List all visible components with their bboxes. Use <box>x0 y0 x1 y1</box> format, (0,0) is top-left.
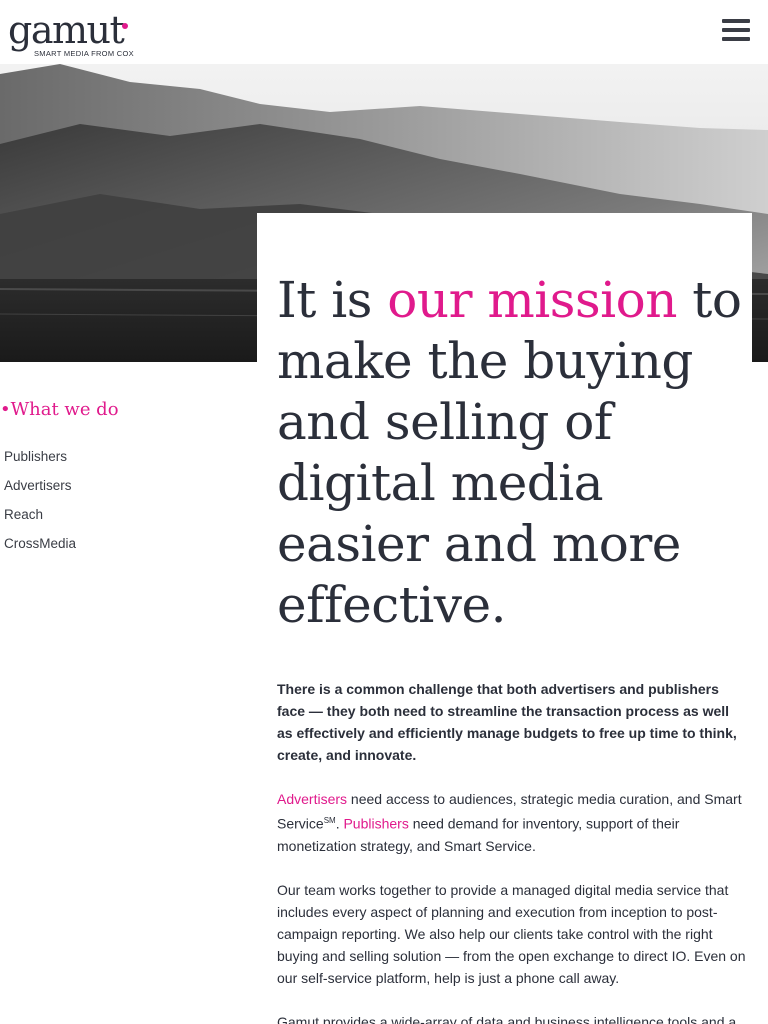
advertisers-link[interactable]: Advertisers <box>277 791 347 807</box>
side-nav-item-crossmedia[interactable]: CrossMedia <box>0 529 240 558</box>
tools-paragraph: Gamut provides a wide-array of data and … <box>277 1013 737 1024</box>
site-header: gamut SMART MEDIA FROM COX <box>0 0 768 64</box>
mission-text-start: It is <box>277 271 388 329</box>
side-nav-title: •What we do <box>0 399 119 420</box>
logo-dot <box>122 23 128 29</box>
hamburger-icon-bar <box>722 37 750 41</box>
mission-statement: It is our mission to make the buying and… <box>277 270 757 636</box>
side-nav: •What we do Publishers Advertisers Reach… <box>0 398 240 558</box>
logo-wordmark: gamut <box>8 8 125 52</box>
menu-button[interactable] <box>722 19 750 43</box>
hamburger-icon-bar <box>722 19 750 23</box>
hamburger-icon-bar <box>722 28 750 32</box>
service-mark: SM <box>323 816 336 825</box>
lead-paragraph: There is a common challenge that both ad… <box>277 681 737 763</box>
publishers-link[interactable]: Publishers <box>343 816 408 832</box>
mission-highlight: our mission <box>387 271 677 329</box>
side-nav-item-advertisers[interactable]: Advertisers <box>0 471 240 500</box>
audience-paragraph: Advertisers need access to audiences, st… <box>277 788 747 857</box>
gamut-logo[interactable]: gamut SMART MEDIA FROM COX <box>8 10 138 60</box>
team-paragraph: Our team works together to provide a man… <box>277 881 746 986</box>
side-nav-title-text: What we do <box>10 399 119 420</box>
logo-tagline: SMART MEDIA FROM COX <box>34 49 134 58</box>
main-content: There is a common challenge that both ad… <box>277 678 747 1024</box>
side-nav-item-publishers[interactable]: Publishers <box>0 442 240 471</box>
side-nav-item-reach[interactable]: Reach <box>0 500 240 529</box>
